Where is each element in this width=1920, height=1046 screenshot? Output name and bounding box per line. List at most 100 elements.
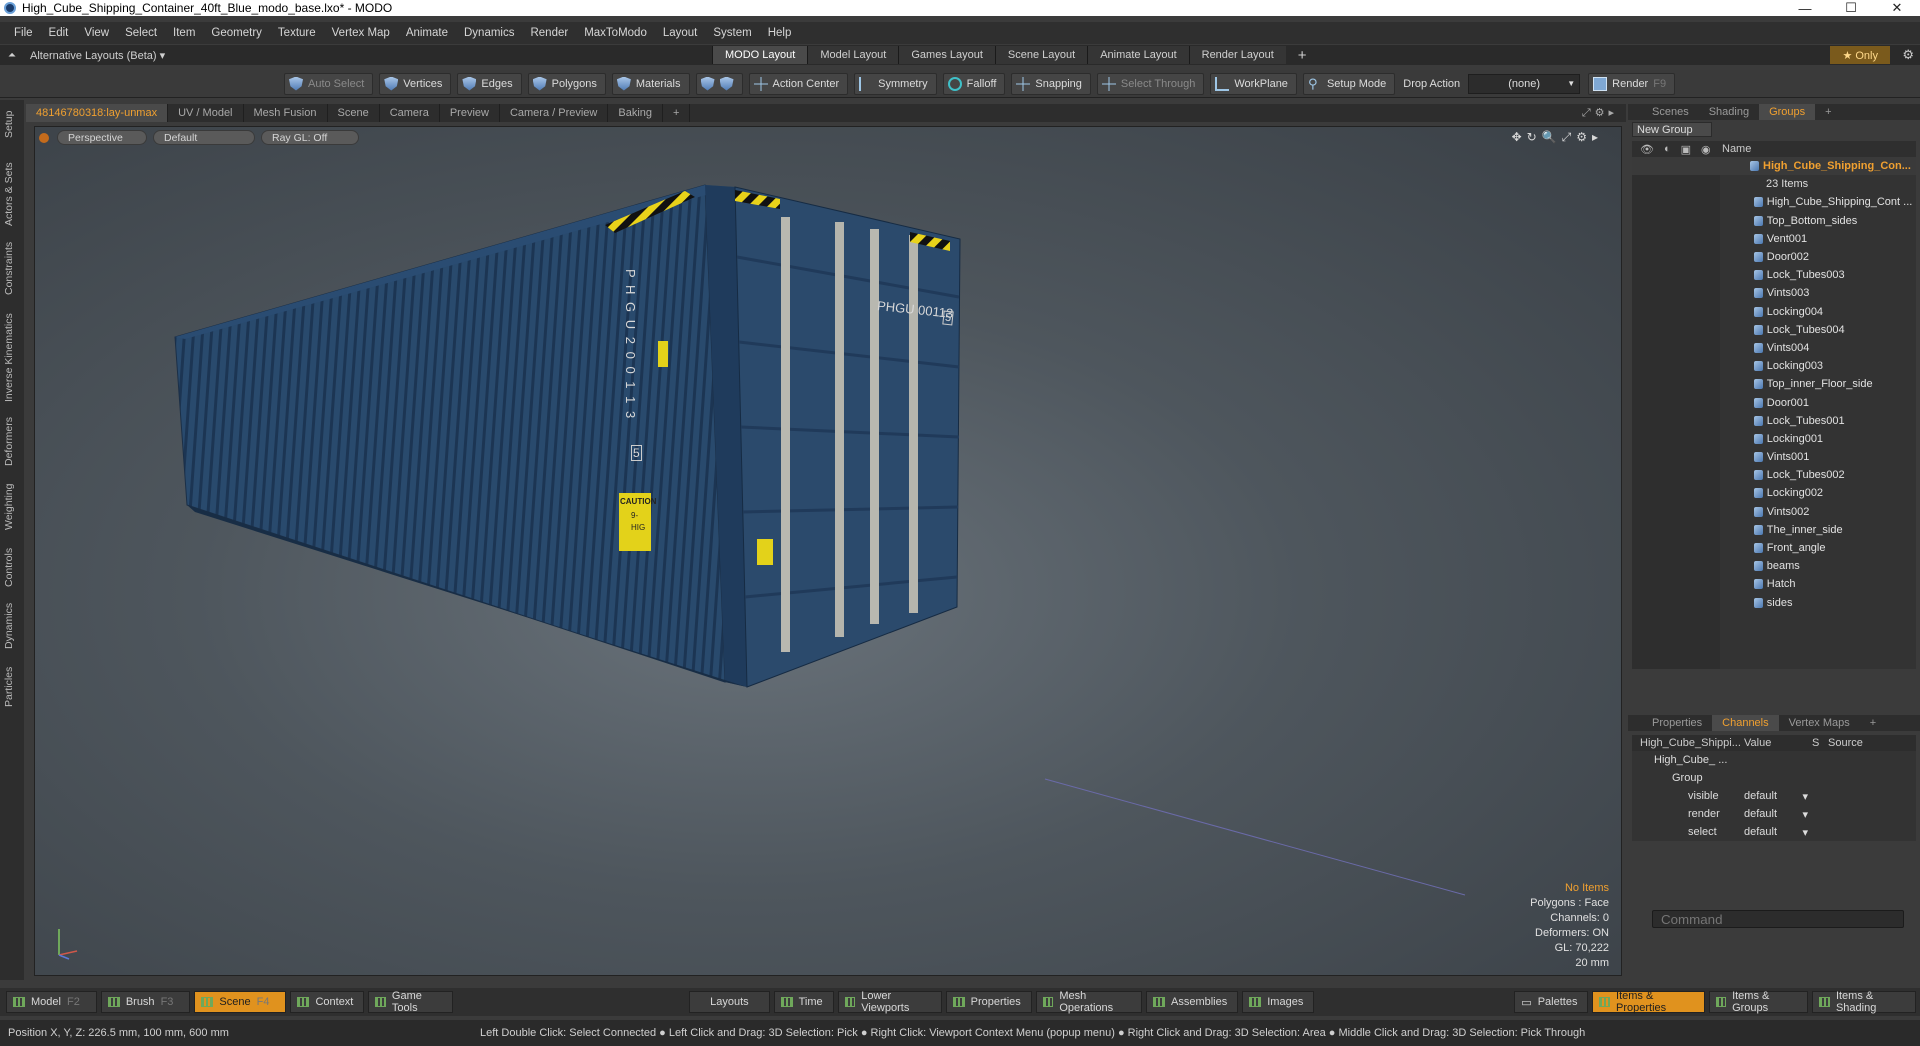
tree-item[interactable]: Lock_Tubes002 <box>1632 466 1916 484</box>
tree-item[interactable]: Lock_Tubes003 <box>1632 266 1916 284</box>
select-value-select[interactable]: default ▾ <box>1740 826 1812 839</box>
add-layout-button[interactable]: + <box>1286 46 1319 64</box>
menu-help[interactable]: Help <box>762 27 802 39</box>
menu-vertex-map[interactable]: Vertex Map <box>326 27 400 39</box>
tab-shading[interactable]: Shading <box>1699 104 1759 120</box>
tree-item[interactable]: Lock_Tubes004 <box>1632 321 1916 339</box>
game-tools-button[interactable]: Game Tools <box>368 990 453 1014</box>
channel-row-select[interactable]: select default ▾ <box>1632 823 1916 841</box>
items-groups-button[interactable]: Items & Groups <box>1708 990 1809 1014</box>
tab-model-layout[interactable]: Model Layout <box>807 46 899 64</box>
tab-inverse-kinematics[interactable]: Inverse Kinematics <box>3 310 21 406</box>
menu-animate[interactable]: Animate <box>400 27 458 39</box>
name-column-header[interactable]: Name <box>1722 143 1751 155</box>
tab-channels[interactable]: Channels <box>1712 715 1779 731</box>
tree-item[interactable]: Front_angle <box>1632 539 1916 557</box>
menu-view[interactable]: View <box>78 27 119 39</box>
mesh-operations-button[interactable]: Mesh Operations <box>1035 990 1142 1014</box>
tab-games-layout[interactable]: Games Layout <box>898 46 995 64</box>
visibility-eye-icon[interactable]: 👁 <box>1640 143 1654 156</box>
tab-mesh-fusion[interactable]: Mesh Fusion <box>244 104 328 122</box>
menu-maxtomodo[interactable]: MaxToModo <box>578 27 657 39</box>
tree-item[interactable]: Lock_Tubes001 <box>1632 412 1916 430</box>
maximize-button[interactable]: ☐ <box>1828 0 1874 16</box>
gear-icon[interactable]: ⚙ <box>1902 47 1914 63</box>
lock-icon[interactable]: ▣ <box>1681 143 1691 156</box>
menu-geometry[interactable]: Geometry <box>205 27 272 39</box>
tree-item[interactable]: High_Cube_Shipping_Cont ... <box>1632 193 1916 211</box>
polygons-button[interactable]: Polygons <box>527 72 606 95</box>
tab-properties[interactable]: Properties <box>1642 715 1712 731</box>
close-button[interactable]: ✕ <box>1874 0 1920 16</box>
only-toggle[interactable]: ★ Only <box>1830 46 1890 64</box>
alternative-layouts-dropdown[interactable]: Alternative Layouts (Beta) ▾ <box>30 49 165 62</box>
viewport-tab-controls[interactable]: ⤢⚙▸ <box>1582 106 1626 120</box>
tab-modo-layout[interactable]: MODO Layout <box>712 46 808 64</box>
tab-particles[interactable]: Particles <box>3 662 21 712</box>
tab-groups[interactable]: Groups <box>1759 104 1816 120</box>
menu-texture[interactable]: Texture <box>272 27 326 39</box>
action-center-button[interactable]: Action Center <box>748 72 849 95</box>
menu-layout[interactable]: Layout <box>657 27 708 39</box>
assemblies-button[interactable]: Assemblies <box>1146 991 1239 1013</box>
brush-mode-button[interactable]: Brush F3 <box>100 991 191 1013</box>
lower-viewports-button[interactable]: Lower Viewports <box>837 990 942 1014</box>
select-through-button[interactable]: Select Through <box>1096 72 1205 95</box>
tree-item[interactable]: Door002 <box>1632 248 1916 266</box>
tab-camera-preview[interactable]: Camera / Preview <box>500 104 609 122</box>
tab-preview[interactable]: Preview <box>440 104 500 122</box>
tab-dynamics[interactable]: Dynamics <box>3 600 21 652</box>
items-properties-button[interactable]: Items & Properties <box>1592 990 1705 1014</box>
add-viewport-tab-button[interactable]: + <box>663 104 691 122</box>
layouts-button[interactable]: Layouts <box>689 991 770 1013</box>
menu-render[interactable]: Render <box>524 27 578 39</box>
tab-controls[interactable]: Controls <box>3 544 21 590</box>
tree-item[interactable]: Top_inner_Floor_side <box>1632 375 1916 393</box>
materials-button[interactable]: Materials <box>611 72 690 95</box>
items-shading-button[interactable]: Items & Shading <box>1812 990 1916 1014</box>
new-group-button[interactable]: New Group <box>1632 122 1712 137</box>
tree-item[interactable]: Vent001 <box>1632 230 1916 248</box>
drop-action-select[interactable]: (none) ▼ <box>1468 73 1581 94</box>
menu-select[interactable]: Select <box>119 27 167 39</box>
vertices-button[interactable]: Vertices <box>379 72 452 95</box>
tree-item[interactable]: Locking001 <box>1632 430 1916 448</box>
add-props-tab-button[interactable]: + <box>1860 715 1886 731</box>
tree-item[interactable]: The_inner_side <box>1632 521 1916 539</box>
menu-item[interactable]: Item <box>167 27 205 39</box>
tab-scene[interactable]: Scene <box>328 104 380 122</box>
minimize-button[interactable]: — <box>1782 0 1828 16</box>
edges-button[interactable]: Edges <box>457 72 522 95</box>
tab-deformers[interactable]: Deformers <box>3 414 21 468</box>
layout-up-icon[interactable]: ⏶ <box>8 50 16 61</box>
time-button[interactable]: Time <box>773 991 834 1013</box>
tree-item[interactable]: Door001 <box>1632 393 1916 411</box>
selection-mode-button[interactable] <box>695 72 743 95</box>
tab-lay-unmax[interactable]: 48146780318:lay-unmax <box>26 104 169 122</box>
tree-item[interactable]: Vints004 <box>1632 339 1916 357</box>
tab-baking[interactable]: Baking <box>608 104 664 122</box>
render-toggle-icon[interactable]: ◐ <box>1664 143 1671 156</box>
render-button[interactable]: Render F9 <box>1588 72 1676 95</box>
tab-actors-sets[interactable]: Actors & Sets <box>3 158 21 230</box>
channel-row-item[interactable]: High_Cube_ ... <box>1632 751 1916 769</box>
channel-row-render[interactable]: render default ▾ <box>1632 805 1916 823</box>
menu-edit[interactable]: Edit <box>43 27 79 39</box>
tab-scenes[interactable]: Scenes <box>1642 104 1699 120</box>
auto-select-button[interactable]: Auto Select <box>284 72 374 95</box>
images-button[interactable]: Images <box>1242 991 1315 1013</box>
tab-vertex-maps[interactable]: Vertex Maps <box>1779 715 1860 731</box>
render-value-select[interactable]: default ▾ <box>1740 808 1812 821</box>
scene-mode-button[interactable]: Scene F4 <box>194 991 287 1013</box>
tab-setup[interactable]: Setup <box>3 106 21 142</box>
symmetry-button[interactable]: Symmetry <box>854 72 937 95</box>
falloff-button[interactable]: Falloff <box>942 72 1006 95</box>
tree-item[interactable]: Locking004 <box>1632 303 1916 321</box>
workplane-button[interactable]: WorkPlane <box>1210 72 1297 95</box>
3d-viewport[interactable]: Perspective Default Ray GL: Off ✥↻🔍⤢⚙▸ P… <box>34 126 1622 976</box>
visible-value-select[interactable]: default ▾ <box>1740 790 1812 803</box>
palettes-button[interactable]: ▭ Palettes <box>1514 991 1589 1013</box>
tree-item[interactable]: Vints002 <box>1632 503 1916 521</box>
tree-item[interactable]: Vints001 <box>1632 448 1916 466</box>
tree-item[interactable]: Locking002 <box>1632 484 1916 502</box>
